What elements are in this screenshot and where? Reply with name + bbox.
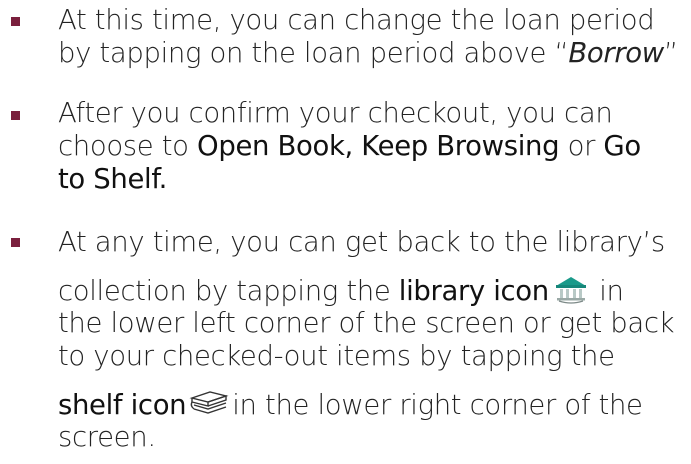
text-segment: After you confirm your checkout, you can xyxy=(58,97,613,129)
text-line: shelf icon in the lower right corner of … xyxy=(58,373,688,421)
open-book-keep-browsing-label: Open Book, Keep Browsing xyxy=(197,130,560,162)
text-segment: by tapping on the loan period above “ xyxy=(58,37,569,69)
text-segment: in the lower right corner of the xyxy=(232,389,643,421)
bullet-text: At this time, you can change the loan pe… xyxy=(58,4,688,70)
go-to-shelf-label: to Shelf. xyxy=(58,163,168,195)
text-segment: At any time, you can get back to the lib… xyxy=(58,226,665,258)
bullet-marker xyxy=(11,238,20,247)
borrow-label: Borrow xyxy=(568,37,664,69)
bullet-marker xyxy=(11,17,20,26)
text-line: by tapping on the loan period above “Bor… xyxy=(58,37,688,70)
go-to-shelf-label: Go xyxy=(603,130,641,162)
text-segment: At this time, you can change the loan pe… xyxy=(58,4,655,36)
text-segment: choose to xyxy=(58,130,198,162)
bullet-text: After you confirm your checkout, you can… xyxy=(58,97,688,196)
shelf-icon xyxy=(188,388,230,426)
instruction-slide: At this time, you can change the loan pe… xyxy=(0,0,691,464)
bullet-marker xyxy=(11,111,20,120)
text-segment: to your checked-out items by tapping the xyxy=(58,340,615,372)
text-line: to Shelf. xyxy=(58,163,688,196)
text-segment: screen. xyxy=(58,421,156,453)
text-line: choose to Open Book, Keep Browsing or Go xyxy=(58,130,688,163)
text-segment: in xyxy=(590,275,624,307)
text-line: At any time, you can get back to the lib… xyxy=(58,226,688,259)
text-line: At this time, you can change the loan pe… xyxy=(58,4,688,37)
text-segment: or xyxy=(559,130,604,162)
text-line: to your checked-out items by tapping the xyxy=(58,340,688,373)
shelf-icon-label: shelf icon xyxy=(58,389,187,421)
library-icon-label: library icon xyxy=(398,275,549,307)
text-segment: ” xyxy=(663,37,678,69)
text-line: After you confirm your checkout, you can xyxy=(58,97,688,130)
text-line: the lower left corner of the screen or g… xyxy=(58,307,688,340)
text-segment: collection by tapping the xyxy=(58,275,399,307)
bullet-text: At any time, you can get back to the lib… xyxy=(58,226,688,454)
text-line: collection by tapping the library icon i… xyxy=(58,259,688,307)
text-segment: the lower left corner of the screen or g… xyxy=(58,307,675,339)
